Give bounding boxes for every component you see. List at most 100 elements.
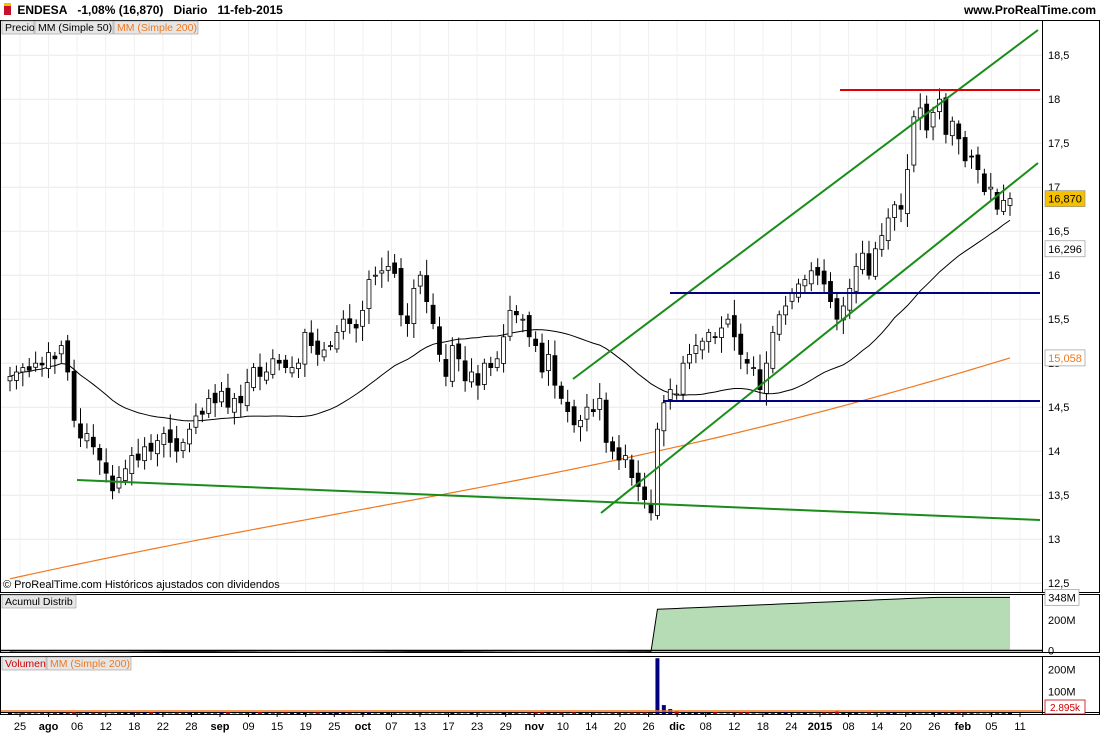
volume-bar (40, 712, 45, 714)
volume-bar (123, 712, 128, 714)
volume-bar (911, 712, 916, 714)
volume-bar (700, 712, 705, 714)
volume-bar (379, 712, 384, 714)
volume-bar (713, 712, 718, 714)
candle-body (501, 336, 506, 364)
volume-bar (200, 713, 205, 714)
candle-body (526, 315, 532, 338)
volume-bar (495, 713, 500, 714)
volume-bar (552, 712, 557, 714)
candle-body (584, 406, 590, 420)
price-tick-label: 17,5 (1048, 138, 1069, 150)
legend-price: Precio (5, 22, 35, 34)
time-tick-label: 12 (728, 721, 740, 733)
volume-bar (168, 713, 173, 714)
volume-bar (59, 712, 64, 714)
volume-bar (950, 712, 955, 714)
volume-bar (206, 713, 211, 714)
time-tick-label: 20 (900, 721, 912, 733)
time-tick-label: 20 (614, 721, 626, 733)
candle-body (744, 359, 750, 364)
volume-bar (642, 712, 647, 714)
volume-bar (386, 712, 391, 714)
time-tick-label: 24 (785, 721, 797, 733)
time-tick-label: 29 (500, 721, 512, 733)
time-tick-label: 13 (414, 721, 426, 733)
time-tick-label: oct (355, 721, 372, 733)
candle-body (360, 309, 365, 327)
volume-bar (738, 712, 743, 714)
candle-body (97, 447, 103, 461)
candle-body (135, 453, 141, 461)
price-tick-label: 15,5 (1048, 314, 1069, 326)
volume-bar (482, 713, 487, 714)
candle-body (885, 217, 891, 241)
time-tick-label: 25 (328, 721, 340, 733)
volume-bar (373, 713, 378, 714)
volume-bar (501, 712, 506, 714)
volume-bar (334, 712, 339, 714)
candle-body (866, 253, 872, 276)
time-tick-label: 08 (700, 721, 712, 733)
candle-body (603, 399, 609, 443)
volume-bar (764, 712, 769, 714)
candle-body (796, 283, 801, 298)
volume-bar (520, 713, 525, 714)
candle-body (802, 279, 808, 287)
volume-bar (706, 712, 711, 714)
volume-bar (8, 712, 12, 714)
candle-body (405, 315, 410, 325)
volume-bar (366, 712, 371, 714)
volume-bar (392, 713, 397, 714)
volume-bar (924, 713, 929, 714)
candle-body (924, 103, 930, 131)
volume-bar (116, 713, 121, 714)
volume-bar (854, 712, 859, 714)
candle-body (507, 309, 513, 337)
volume-bar (110, 713, 115, 714)
candle-body (597, 397, 603, 410)
candle-body (174, 438, 180, 452)
candle-body (533, 338, 539, 346)
candle-body (776, 314, 782, 335)
volume-bar (860, 713, 865, 714)
volume-bar (488, 713, 493, 714)
candle-body (481, 362, 487, 385)
volume-bar (886, 712, 891, 714)
price-tick-label: 13 (1048, 534, 1060, 546)
time-tick-label: feb (955, 721, 972, 733)
candle-body (289, 367, 295, 374)
gridlines (1, 21, 1042, 592)
volume-bar (405, 713, 410, 714)
candle-body (315, 340, 321, 355)
volume-bar (995, 713, 1000, 714)
volume-bar (982, 713, 987, 714)
candle-body (558, 385, 564, 399)
candle-body (65, 340, 71, 373)
candle-body (142, 446, 148, 462)
price-tick-label: 14 (1048, 446, 1060, 458)
volume-bar (693, 712, 698, 714)
volume-bar (136, 712, 141, 714)
chart-canvas: 18,5 18 17,5 17 16,5 16 15,5 15 14,5 14 13,5 13 12,5… (0, 20, 1100, 733)
candle-body (815, 267, 821, 276)
time-tick-label: 18 (128, 721, 140, 733)
long-trendline (76, 479, 1041, 521)
candle-body (488, 362, 494, 368)
candle-body (20, 367, 26, 373)
candle-body (719, 327, 724, 338)
candle-body (853, 265, 859, 292)
volume-bars (1, 658, 1042, 714)
volume-bar (475, 713, 480, 714)
candle-body (892, 204, 898, 218)
candle-body (546, 353, 551, 372)
time-tick-label: 10 (557, 721, 569, 733)
candle-body (879, 235, 885, 250)
acc-tick-label: 200M (1048, 615, 1076, 627)
volume-bar (456, 713, 461, 714)
candle-body (385, 265, 391, 271)
time-tick-label: 05 (985, 721, 997, 733)
volume-bar (649, 713, 654, 714)
candle-body (898, 205, 904, 210)
candle-body (565, 401, 571, 413)
